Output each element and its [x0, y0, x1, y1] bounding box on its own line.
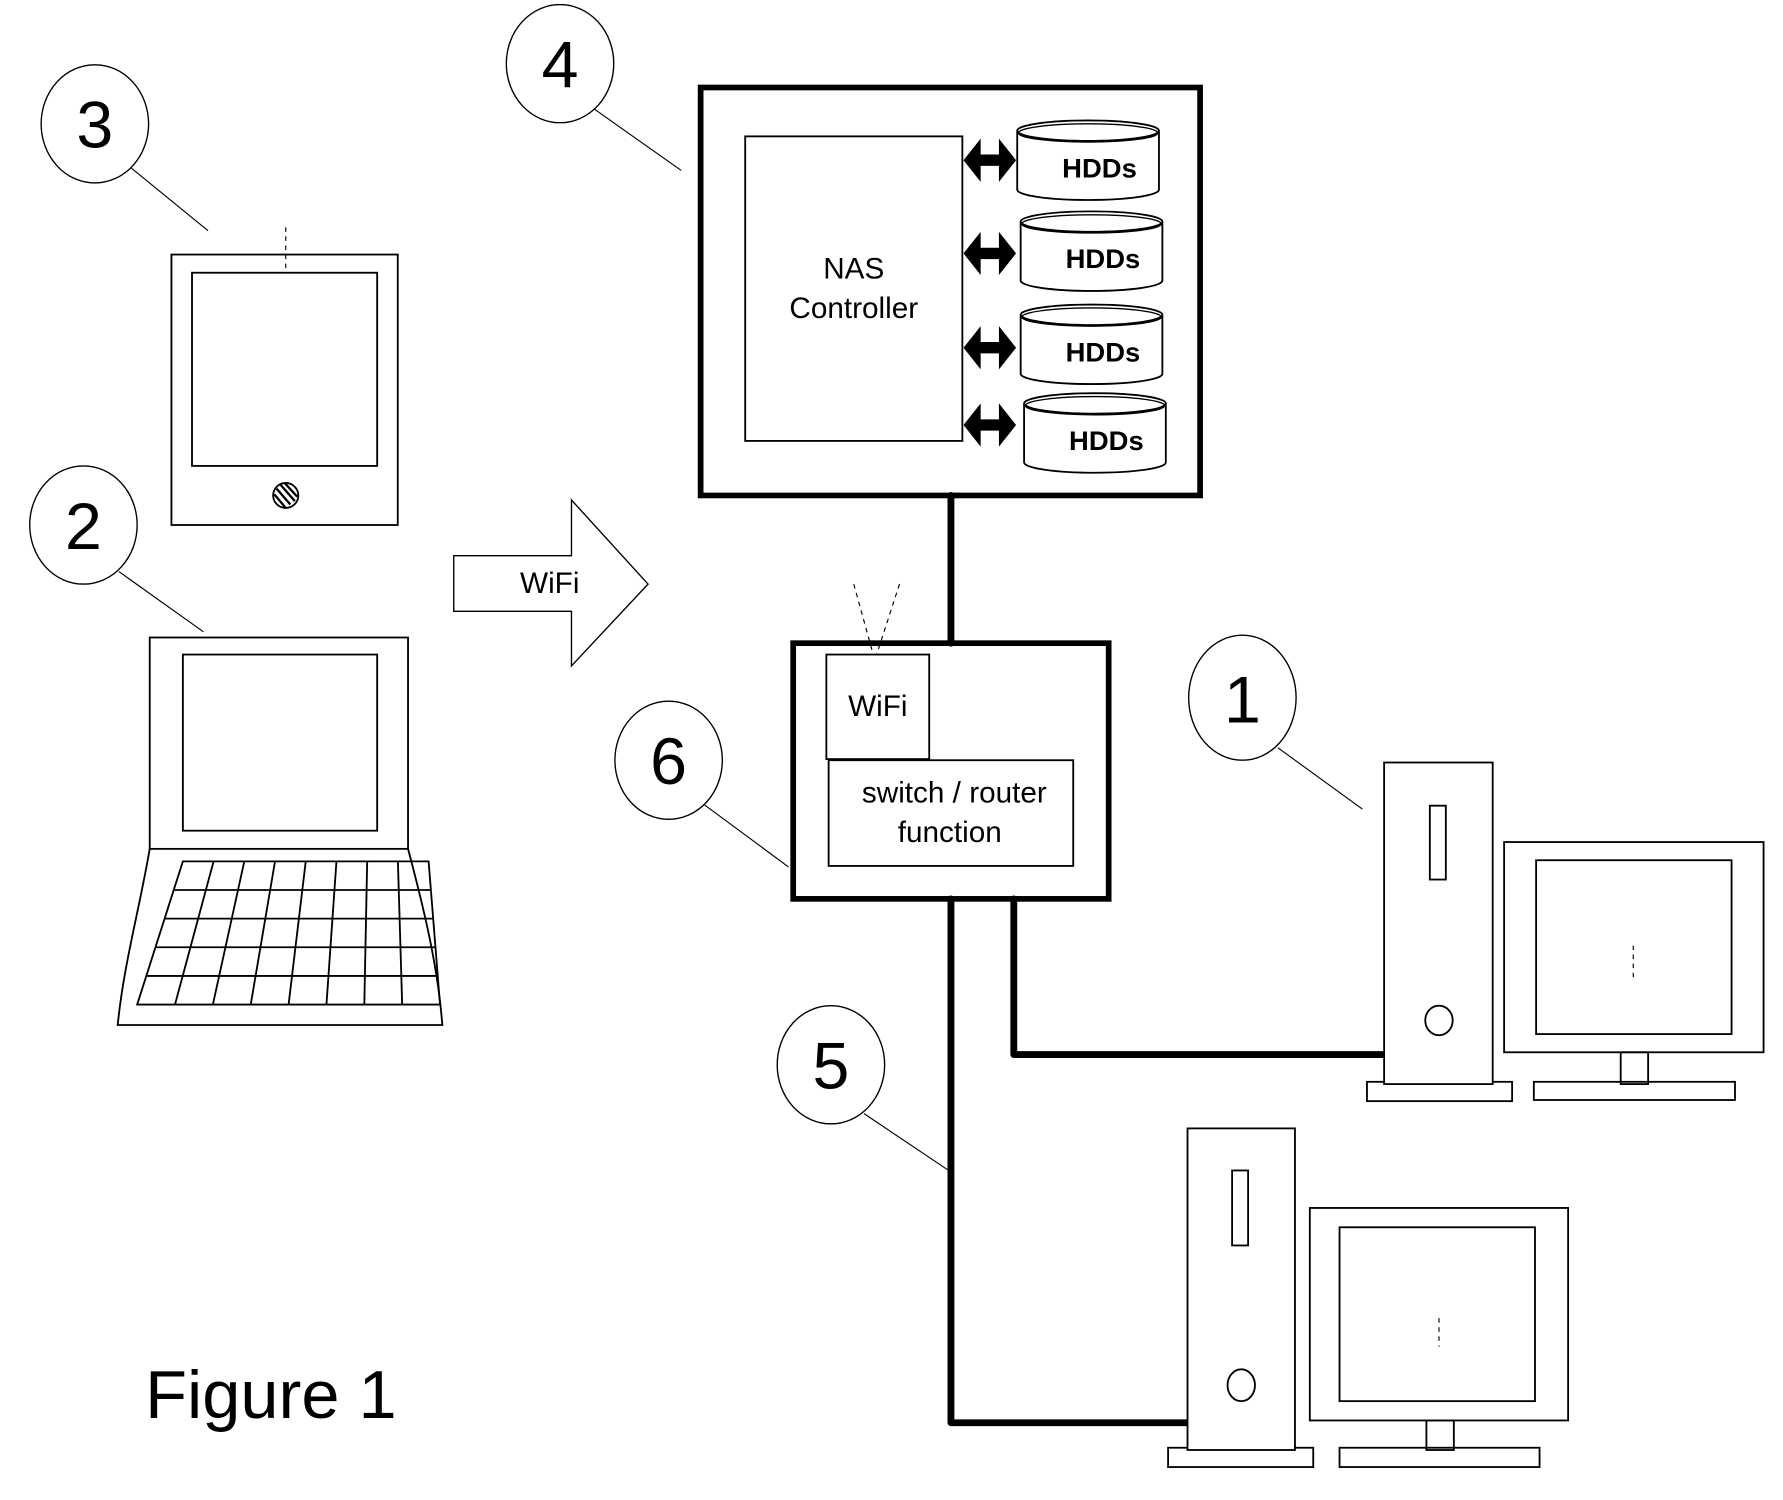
- tablet-screen: [191, 271, 379, 467]
- router-enclosure: [790, 640, 1112, 902]
- bidirectional-arrow-icon: [963, 138, 1017, 182]
- callout-1: 1: [1187, 634, 1363, 810]
- callout-5-leader: [863, 1113, 949, 1171]
- router-desktop2-cable: [947, 895, 1193, 1427]
- callout-3: 3: [40, 64, 209, 232]
- nas-controller-label-line2: Controller: [789, 292, 918, 325]
- tablet-home-button-icon: [272, 482, 300, 509]
- laptop-base: [116, 848, 444, 1026]
- bidirectional-arrow-icon: [963, 403, 1017, 447]
- desktop-computer-2: [1167, 1127, 1570, 1468]
- callout-5: 5: [776, 1005, 949, 1171]
- router-function-label-line2: function: [898, 816, 1002, 849]
- callout-4: 4: [505, 3, 682, 171]
- nas-controller: [744, 135, 964, 442]
- hdd-cylinder: HDDs: [1016, 119, 1160, 201]
- laptop-lid: [148, 636, 409, 850]
- nas-network-diagram: 3 2 WiFi 4 NAS Controller HDDsHDDsHDDsHD…: [29, 3, 1765, 1468]
- callout-5-number: 5: [812, 1030, 849, 1104]
- tablet-device: [170, 227, 399, 526]
- figure-caption: Figure 1: [145, 1357, 397, 1433]
- callout-2-number: 2: [65, 490, 102, 564]
- hdd-cylinder: HDDs: [1023, 392, 1167, 474]
- wifi-arrow: WiFi: [453, 498, 649, 668]
- callout-3-leader: [131, 167, 209, 232]
- laptop-screen: [181, 653, 379, 832]
- laptop-keyboard-icon: [135, 860, 442, 1006]
- hdd-label: HDDs: [1066, 336, 1141, 367]
- monitor-2-frame: [1308, 1207, 1570, 1422]
- hdd-label: HDDs: [1069, 425, 1144, 456]
- nas-device: NAS Controller HDDs HDDs HDDs HDDs: [697, 84, 1203, 499]
- desktop-computer-1: [1366, 761, 1765, 1103]
- wifi-arrow-label: WiFi: [520, 567, 579, 600]
- nas-controller-label-line1: NAS: [823, 252, 884, 285]
- callout-1-leader: [1277, 747, 1363, 810]
- monitor-1-stand: [1619, 1051, 1650, 1085]
- router-wifi-label: WiFi: [848, 690, 907, 723]
- router-desktop1-cable: [1010, 895, 1389, 1058]
- bidirectional-arrow-icon: [963, 231, 1017, 275]
- callout-4-number: 4: [542, 29, 579, 103]
- callout-6-leader: [703, 804, 789, 868]
- hdd-cylinder: HDDs: [1019, 303, 1164, 385]
- hdd-cylinder: HDDs: [1019, 210, 1164, 292]
- hdd-stack: HDDs HDDs HDDs HDDs: [963, 119, 1167, 474]
- hdd-label: HDDs: [1066, 243, 1141, 274]
- router-function-label-line1: switch / router: [862, 776, 1047, 809]
- callout-2: 2: [29, 465, 204, 633]
- monitor-2-stand: [1425, 1419, 1455, 1451]
- laptop-device: [116, 636, 444, 1026]
- callout-6-number: 6: [650, 725, 687, 799]
- callout-3-number: 3: [76, 89, 113, 163]
- hdd-label: HDDs: [1062, 152, 1137, 183]
- callout-1-number: 1: [1224, 664, 1261, 738]
- callout-6: 6: [614, 700, 789, 868]
- callout-2-leader: [118, 571, 204, 633]
- callout-4-leader: [594, 108, 682, 171]
- bidirectional-arrow-icon: [963, 326, 1017, 370]
- monitor-2-screen: [1338, 1226, 1536, 1403]
